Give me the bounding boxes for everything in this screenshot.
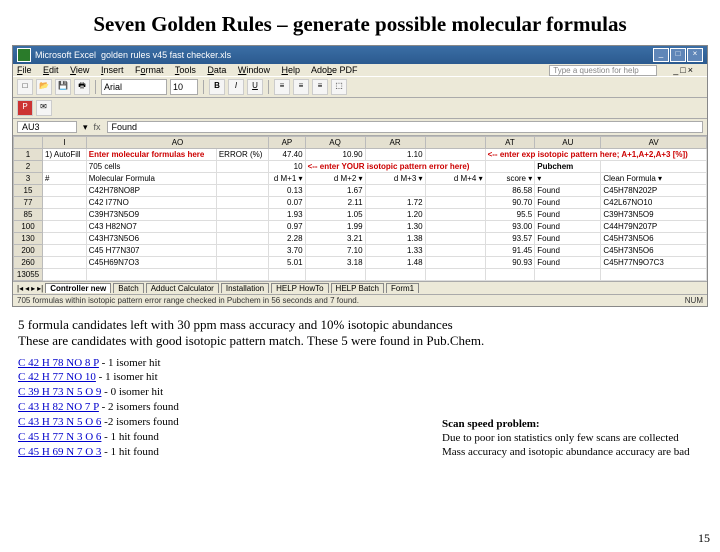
tab-nav-last[interactable]: ▸| <box>37 284 43 293</box>
doc-min[interactable]: _ <box>673 65 678 75</box>
tab-adduct[interactable]: Adduct Calculator <box>146 283 219 293</box>
maximize-button[interactable]: □ <box>670 48 686 62</box>
tab-batch[interactable]: Batch <box>113 283 143 293</box>
menu-help[interactable]: Help <box>281 65 300 75</box>
pdf-icon[interactable]: P <box>17 100 33 116</box>
underline-icon[interactable]: U <box>247 79 263 95</box>
merge-icon[interactable]: ⬚ <box>331 79 347 95</box>
menu-format[interactable]: Format <box>135 65 164 75</box>
doc-restore[interactable]: □ <box>680 65 685 75</box>
formula-link[interactable]: C 42 H 78 NO 8 P <box>18 357 99 369</box>
toolbar-pdf: P ✉ <box>13 98 707 119</box>
table-row[interactable]: 85C39H73N5O91.931.051.2095.5FoundC39H73N… <box>14 209 707 221</box>
tab-form1[interactable]: Form1 <box>386 283 419 293</box>
tab-nav-next[interactable]: ▸ <box>31 284 35 293</box>
fx-icon[interactable]: fx <box>94 122 101 132</box>
close-button[interactable]: × <box>687 48 703 62</box>
align-center-icon[interactable]: ≡ <box>293 79 309 95</box>
excel-window: Microsoft Excel golden rules v45 fast ch… <box>12 45 708 307</box>
page-number: 15 <box>698 531 710 546</box>
formula-bar-row: AU3 ▾ fx Found <box>13 119 707 136</box>
slide-title: Seven Golden Rules – generate possible m… <box>0 12 720 37</box>
tab-nav-first[interactable]: |◂ <box>17 284 23 293</box>
table-row[interactable]: 15C42H78NO8P0.131.6786.58FoundC45H78N202… <box>14 185 707 197</box>
status-text: 705 formulas within isotopic pattern err… <box>17 296 359 305</box>
status-bar: 705 formulas within isotopic pattern err… <box>13 294 707 306</box>
formula-link[interactable]: C 43 H 82 NO 7 P <box>18 401 99 413</box>
italic-icon[interactable]: I <box>228 79 244 95</box>
font-name[interactable]: Arial <box>101 79 167 95</box>
print-icon[interactable]: 🖶 <box>74 79 90 95</box>
formula-link[interactable]: C 43 H 73 N 5 O 6 <box>18 416 101 428</box>
formula-bar[interactable]: Found <box>107 121 703 133</box>
menubar: File Edit View Insert Format Tools Data … <box>13 64 707 76</box>
menu-edit[interactable]: Edit <box>43 65 59 75</box>
menu-view[interactable]: View <box>70 65 89 75</box>
table-row[interactable]: 130C43H73N5O62.283.211.3893.57FoundC45H7… <box>14 233 707 245</box>
app-name: Microsoft Excel <box>35 50 96 60</box>
formula-link[interactable]: C 39 H 73 N 5 O 9 <box>18 386 101 398</box>
tab-nav-prev[interactable]: ◂ <box>25 284 29 293</box>
open-icon[interactable]: 📂 <box>36 79 52 95</box>
formula-link[interactable]: C 45 H 77 N 3 O 6 <box>18 431 101 443</box>
titlebar: Microsoft Excel golden rules v45 fast ch… <box>13 46 707 64</box>
align-right-icon[interactable]: ≡ <box>312 79 328 95</box>
doc-close[interactable]: × <box>688 65 693 75</box>
menu-data[interactable]: Data <box>207 65 226 75</box>
align-left-icon[interactable]: ≡ <box>274 79 290 95</box>
new-icon[interactable]: □ <box>17 79 33 95</box>
table-row[interactable]: 100C43 H82NO70.971.991.3093.00FoundC44H7… <box>14 221 707 233</box>
formula-link[interactable]: C 45 H 69 N 7 O 3 <box>18 446 101 458</box>
tab-install[interactable]: Installation <box>221 283 269 293</box>
help-question-box[interactable]: Type a question for help <box>549 65 657 76</box>
excel-icon <box>17 48 31 62</box>
spreadsheet-grid[interactable]: IAOAPAQARATAUAV 11) AutoFillEnter molecu… <box>13 136 707 281</box>
name-box[interactable]: AU3 <box>17 121 77 133</box>
table-row[interactable]: 77C42 I77NO0.072.111.7290.70FoundC42L67N… <box>14 197 707 209</box>
menu-insert[interactable]: Insert <box>101 65 124 75</box>
pdf-mail-icon[interactable]: ✉ <box>36 100 52 116</box>
save-icon[interactable]: 💾 <box>55 79 71 95</box>
tab-controller[interactable]: Controller new <box>45 283 111 293</box>
font-size[interactable]: 10 <box>170 79 198 95</box>
formula-hit-list: C 42 H 78 NO 8 P - 1 isomer hitC 42 H 77… <box>18 356 179 460</box>
minimize-button[interactable]: _ <box>653 48 669 62</box>
table-row[interactable]: 200C45 H77N3073.707.101.3391.45FoundC45H… <box>14 245 707 257</box>
scan-speed-note: Scan speed problem: Due to poor ion stat… <box>442 417 702 460</box>
menu-adobepdf[interactable]: Adobe PDF <box>311 65 358 75</box>
sheet-tabs: |◂ ◂ ▸ ▸| Controller new Batch Adduct Ca… <box>13 281 707 294</box>
table-row[interactable]: 260C45H69N7O35.013.181.4890.93FoundC45H7… <box>14 257 707 269</box>
file-name: golden rules v45 fast checker.xls <box>101 50 231 60</box>
menu-tools[interactable]: Tools <box>175 65 196 75</box>
tab-help-batch[interactable]: HELP Batch <box>331 283 384 293</box>
summary-paragraph: 5 formula candidates left with 30 ppm ma… <box>18 317 702 350</box>
menu-file[interactable]: File <box>17 65 32 75</box>
status-num: NUM <box>685 296 703 305</box>
toolbar-standard: □ 📂 💾 🖶 Arial 10 B I U ≡ ≡ ≡ ⬚ <box>13 76 707 98</box>
table-row[interactable]: 13055 <box>14 269 707 281</box>
menu-window[interactable]: Window <box>238 65 270 75</box>
dropdown-icon[interactable]: ▾ <box>83 122 88 133</box>
bold-icon[interactable]: B <box>209 79 225 95</box>
formula-link[interactable]: C 42 H 77 NO 10 <box>18 371 96 383</box>
tab-help-howto[interactable]: HELP HowTo <box>271 283 328 293</box>
